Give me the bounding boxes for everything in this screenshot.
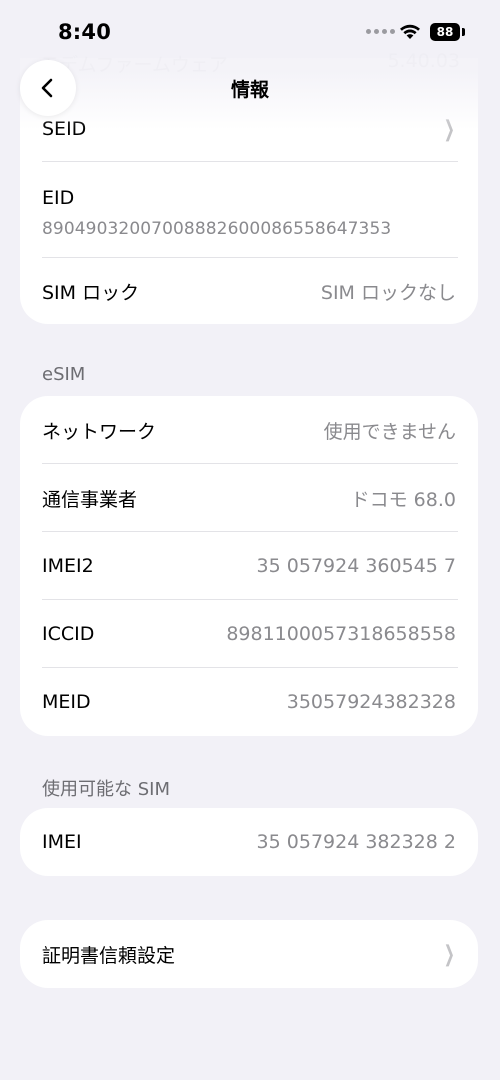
carrier-value: ドコモ 68.0 <box>350 488 456 511</box>
status-time: 8:40 <box>58 20 112 44</box>
imei2-value: 35 057924 360545 7 <box>256 555 456 577</box>
certificate-trust-settings-row[interactable]: 証明書信頼設定 ❯ <box>20 920 478 988</box>
network-label: ネットワーク <box>42 420 157 443</box>
imei-label: IMEI <box>42 831 82 853</box>
sim-lock-value: SIM ロックなし <box>320 281 456 304</box>
carrier-row: 通信事業者 ドコモ 68.0 <box>20 464 478 532</box>
battery-tip <box>462 28 465 36</box>
iccid-value: 8981100057318658558 <box>226 623 456 645</box>
network-value: 使用できません <box>323 420 456 443</box>
wifi-icon <box>400 24 420 39</box>
esim-section-header: eSIM <box>42 364 86 385</box>
certificate-card: 証明書信頼設定 ❯ <box>20 920 478 988</box>
imei2-label: IMEI2 <box>42 555 94 577</box>
available-sim-card: IMEI 35 057924 382328 2 <box>20 808 478 876</box>
status-bar: 8:40 88 <box>0 0 500 60</box>
imei-value: 35 057924 382328 2 <box>256 831 456 853</box>
meid-label: MEID <box>42 691 91 713</box>
chevron-right-icon: ❯ <box>443 941 455 967</box>
signal-dots-icon <box>366 29 395 34</box>
certificate-trust-settings-label: 証明書信頼設定 <box>42 944 176 967</box>
eid-row: EID 89049032007008882600086558647353 <box>20 162 478 258</box>
meid-value: 35057924382328 <box>286 691 456 713</box>
sim-lock-row: SIM ロック SIM ロックなし <box>20 258 478 324</box>
network-row: ネットワーク 使用できません <box>20 396 478 464</box>
iccid-label: ICCID <box>42 623 95 645</box>
battery-icon: 88 <box>430 23 460 41</box>
sim-lock-label: SIM ロック <box>42 281 140 304</box>
imei2-row: IMEI2 35 057924 360545 7 <box>20 532 478 600</box>
meid-row: MEID 35057924382328 <box>20 668 478 736</box>
esim-card: ネットワーク 使用できません 通信事業者 ドコモ 68.0 IMEI2 35 0… <box>20 396 478 736</box>
available-sim-section-header: 使用可能な SIM <box>42 779 170 800</box>
carrier-label: 通信事業者 <box>42 488 138 511</box>
eid-label: EID <box>42 187 75 209</box>
navigation-bar: 情報 <box>0 55 500 125</box>
iccid-row: ICCID 8981100057318658558 <box>20 600 478 668</box>
page-title: 情報 <box>230 79 269 101</box>
battery-level: 88 <box>436 25 454 39</box>
imei-row: IMEI 35 057924 382328 2 <box>20 808 478 876</box>
eid-value: 89049032007008882600086558647353 <box>42 219 392 239</box>
